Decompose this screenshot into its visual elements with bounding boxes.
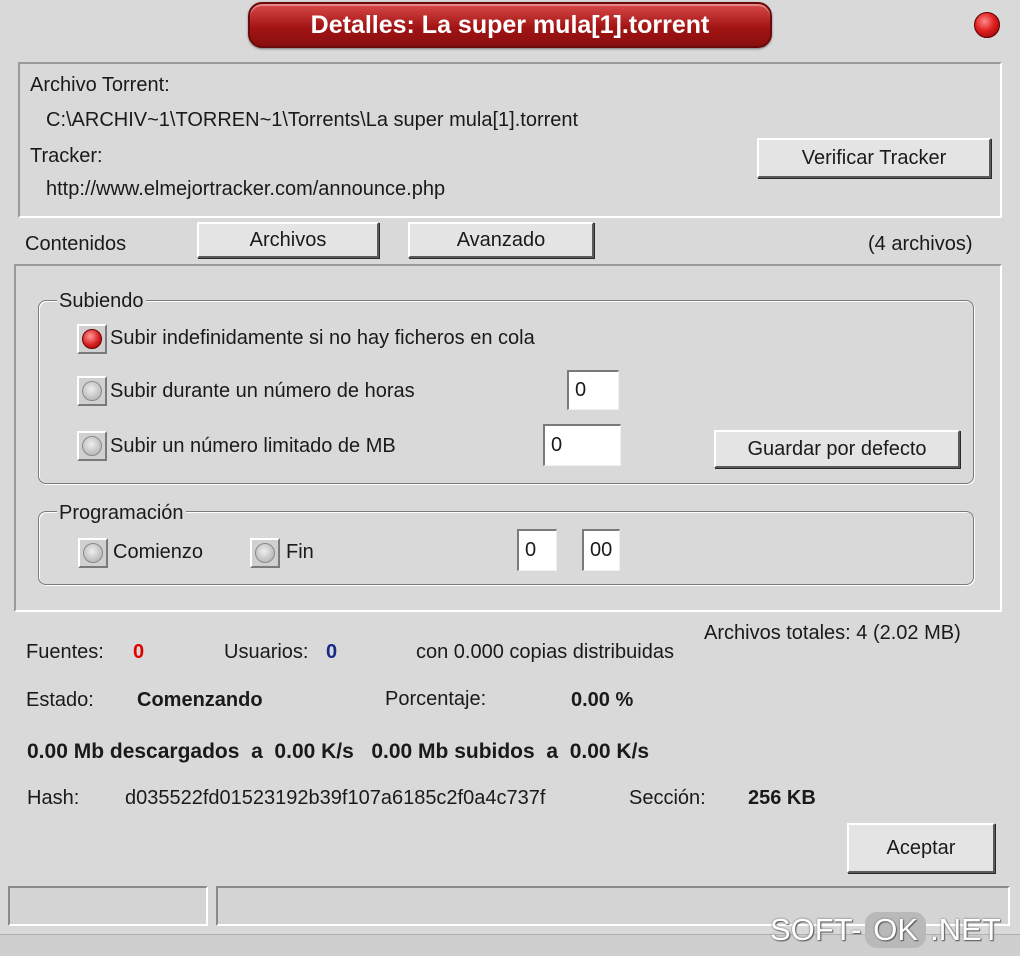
radio-dot-icon: [82, 436, 102, 456]
upload-group-legend: Subiendo: [57, 290, 146, 313]
mb-input[interactable]: [543, 424, 621, 466]
radio-schedule-end[interactable]: [250, 538, 280, 568]
radio-dot-icon: [82, 329, 102, 349]
save-default-button[interactable]: Guardar por defecto: [714, 430, 960, 468]
radio-upload-indefinite[interactable]: [77, 324, 107, 354]
accept-button[interactable]: Aceptar: [847, 823, 995, 873]
sources-value: 0: [133, 641, 145, 663]
state-value: Comenzando: [137, 689, 263, 711]
window-title-text: Detalles: La super mula[1].torrent: [310, 10, 710, 39]
schedule-group-legend: Programación: [57, 502, 186, 525]
watermark-ok: OK: [865, 912, 927, 948]
radio-upload-hours-label[interactable]: Subir durante un número de horas: [110, 380, 415, 403]
watermark-right: .NET: [930, 912, 1001, 947]
radio-schedule-end-label[interactable]: Fin: [286, 541, 314, 564]
watermark: SOFT- OK .NET: [770, 912, 1001, 948]
tracker-url: http://www.elmejortracker.com/announce.p…: [46, 178, 446, 200]
tab-advanced-button[interactable]: Avanzado: [408, 222, 594, 258]
close-icon[interactable]: [974, 12, 1000, 38]
radio-dot-icon: [255, 543, 275, 563]
total-files: Archivos totales: 4 (2.02 MB): [704, 622, 961, 644]
file-count: (4 archivos): [868, 233, 973, 255]
watermark-left: SOFT-: [770, 912, 862, 947]
window-title: Detalles: La super mula[1].torrent: [248, 2, 772, 48]
radio-upload-hours[interactable]: [77, 376, 107, 406]
users-value: 0: [326, 641, 338, 663]
status-bar-pane-left: [8, 886, 208, 926]
contents-label: Contenidos: [25, 233, 127, 255]
distributed-copies: con 0.000 copias distribuidas: [416, 641, 674, 663]
radio-schedule-start-label[interactable]: Comienzo: [113, 541, 203, 564]
radio-upload-mb-label[interactable]: Subir un número limitado de MB: [110, 435, 396, 458]
section-value: 256 KB: [748, 787, 816, 809]
torrent-file-label: Archivo Torrent:: [30, 74, 170, 96]
schedule-hour-input[interactable]: [517, 529, 557, 571]
percent-value: 0.00 %: [571, 689, 634, 711]
tab-files-button[interactable]: Archivos: [197, 222, 379, 258]
tracker-label: Tracker:: [30, 145, 103, 167]
hash-value: d035522fd01523192b39f107a6185c2f0a4c737f: [125, 787, 546, 809]
torrent-file-path: C:\ARCHIV~1\TORREN~1\Torrents\La super m…: [46, 109, 579, 131]
verify-tracker-button[interactable]: Verificar Tracker: [757, 138, 991, 178]
radio-dot-icon: [83, 543, 103, 563]
schedule-minute-input[interactable]: [582, 529, 620, 571]
radio-dot-icon: [82, 381, 102, 401]
users-label: Usuarios:: [224, 641, 309, 663]
section-label: Sección:: [629, 787, 706, 809]
sources-label: Fuentes:: [26, 641, 104, 663]
radio-upload-mb[interactable]: [77, 431, 107, 461]
radio-schedule-start[interactable]: [78, 538, 108, 568]
hours-input[interactable]: [567, 370, 619, 410]
transfer-summary: 0.00 Mb descargados a 0.00 K/s 0.00 Mb s…: [27, 740, 650, 763]
radio-upload-indefinite-label[interactable]: Subir indefinidamente si no hay ficheros…: [110, 327, 535, 350]
percent-label: Porcentaje:: [385, 688, 487, 710]
state-label: Estado:: [26, 689, 94, 711]
hash-label: Hash:: [27, 787, 80, 809]
